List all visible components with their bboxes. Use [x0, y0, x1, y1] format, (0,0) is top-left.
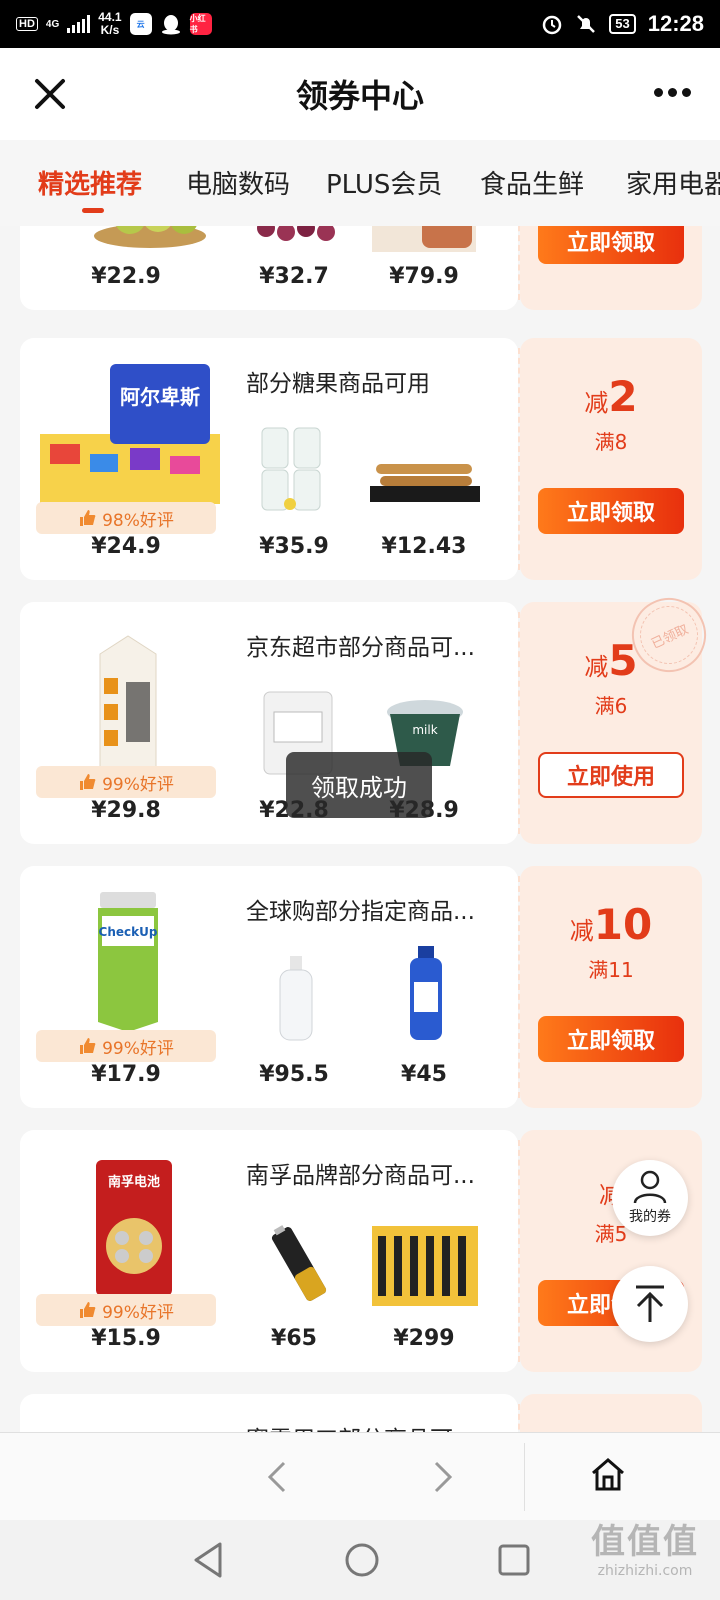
- clock: 12:28: [647, 11, 704, 36]
- rating-badge: 99%好评: [36, 1294, 216, 1326]
- product-price: ¥17.9: [91, 1062, 161, 1087]
- coupon-card: 全球购部分指定商品... CheckUp 99%好评 ¥17.9 ¥95.5 ¥…: [20, 866, 702, 1108]
- tab-plus-member[interactable]: PLUS会员: [326, 164, 442, 201]
- nav-home-icon[interactable]: [342, 1540, 382, 1580]
- svg-text:阿尔卑斯: 阿尔卑斯: [120, 385, 200, 409]
- coupon-condition: 京东超市部分商品可...: [246, 635, 475, 661]
- hd-indicator: HD: [16, 17, 38, 31]
- claim-coupon-button[interactable]: 立即领取: [538, 488, 684, 534]
- signal-icon: [67, 15, 91, 33]
- coupon-panel: 减10 满11 立即领取: [518, 866, 702, 1108]
- xiaohongshu-app-icon: 小红书: [189, 13, 212, 35]
- coupon-card: 部分糖果商品可用 阿尔卑斯 98%好评 ¥24.9 ¥35.9 ¥12.43 减…: [20, 338, 702, 580]
- svg-text:CheckUp: CheckUp: [99, 925, 158, 939]
- baby-bottle-image: [279, 956, 313, 1041]
- coupon-card: 南孚品牌部分商品可... 南孚电池 99%好评 ¥15.9 ¥65 ¥299 减…: [20, 1130, 702, 1372]
- my-coupons-label: 我的券: [629, 1209, 671, 1225]
- category-tabs: 精选推荐 电脑数码 PLUS会员 食品生鲜 家用电器: [0, 140, 720, 226]
- network-speed: 44.1 K/s: [98, 10, 122, 37]
- home-icon[interactable]: [588, 1455, 628, 1495]
- toothpaste-image: CheckUp: [98, 892, 158, 1032]
- alarm-icon: [543, 15, 562, 35]
- discount-amount: 减2: [584, 372, 638, 421]
- coupon-panel: [518, 1394, 702, 1434]
- svg-text:南孚电池: 南孚电池: [108, 1174, 160, 1190]
- close-icon[interactable]: [30, 74, 70, 114]
- thumbs-up-icon: [80, 510, 96, 526]
- thumbs-up-icon: [80, 774, 96, 790]
- shampoo-bottle-image: [410, 946, 442, 1040]
- product-price: ¥35.9: [259, 534, 329, 559]
- product-price: ¥299: [393, 1326, 455, 1351]
- browser-toolbar: [0, 1432, 720, 1520]
- coupon-condition: 部分糖果商品可用: [246, 371, 430, 397]
- hearing-aid-battery-image: 南孚电池: [96, 1160, 172, 1296]
- divider: [524, 1443, 525, 1511]
- product-price: ¥24.9: [91, 534, 161, 559]
- product-price: ¥15.9: [91, 1326, 161, 1351]
- nav-back-icon[interactable]: [190, 1540, 226, 1580]
- milk-carton-image: [99, 635, 157, 768]
- chevron-left-icon[interactable]: [262, 1457, 292, 1497]
- discount-amount: 减5: [584, 636, 638, 685]
- mute-bell-icon: [577, 15, 596, 33]
- min-spend: 满11: [588, 958, 634, 982]
- page-title: 领券中心: [295, 77, 424, 115]
- user-icon: [633, 1170, 667, 1204]
- product-price: ¥79.9: [389, 264, 459, 289]
- coupon-panel: 减 满5 立即领取: [518, 1130, 702, 1372]
- candy-bag-image: 阿尔卑斯: [40, 364, 220, 504]
- battery-indicator: 53: [609, 14, 636, 34]
- coupon-condition: 南孚品牌部分商品可...: [246, 1163, 475, 1189]
- arrow-up-icon: [636, 1285, 664, 1322]
- claim-coupon-button[interactable]: 立即领取: [538, 1016, 684, 1062]
- product-price: ¥22.9: [91, 264, 161, 289]
- tab-food-fresh[interactable]: 食品生鲜: [480, 164, 584, 201]
- use-coupon-button[interactable]: 立即使用: [538, 752, 684, 798]
- battery-pack-image: [372, 1226, 478, 1306]
- coupon-panel: 已领取 减5 满6 立即使用: [518, 585, 719, 844]
- cloud-app-icon: 云: [129, 13, 152, 35]
- active-tab-indicator: [82, 208, 104, 213]
- tab-featured[interactable]: 精选推荐: [38, 164, 142, 201]
- product-price: ¥45: [401, 1062, 447, 1087]
- min-spend: 满6: [594, 694, 628, 718]
- status-bar: HD 4G 44.1 K/s 云 小红书 53 12:28: [0, 0, 720, 48]
- product-price: ¥29.8: [91, 798, 161, 823]
- back-to-top-button[interactable]: [612, 1266, 688, 1342]
- rating-badge: 99%好评: [36, 766, 216, 798]
- coupon-panel: 减2 满8 立即领取: [518, 338, 702, 580]
- nav-recent-apps-icon[interactable]: [496, 1542, 532, 1578]
- tab-computers-digital[interactable]: 电脑数码: [186, 164, 290, 201]
- network-type: 4G: [45, 18, 60, 30]
- thumbs-up-icon: [80, 1302, 96, 1318]
- gum-bottles-image: [261, 427, 321, 511]
- product-price: ¥12.43: [381, 534, 467, 559]
- thumbs-up-icon: [80, 1038, 96, 1054]
- rating-badge: 99%好评: [36, 1030, 216, 1062]
- product-price: ¥32.7: [259, 264, 329, 289]
- sesame-snack-image: [370, 464, 480, 502]
- product-price: ¥95.5: [259, 1062, 329, 1087]
- rating-badge: 98%好评: [36, 502, 216, 534]
- more-icon[interactable]: [648, 80, 696, 104]
- success-toast: 领取成功: [286, 752, 432, 818]
- page-header: 领券中心: [0, 48, 720, 140]
- aa-battery-image: [271, 1225, 327, 1301]
- product-price: ¥65: [271, 1326, 317, 1351]
- chevron-right-icon[interactable]: [428, 1457, 458, 1497]
- watermark: 值值值 zhizhizhi.com: [591, 1522, 699, 1579]
- my-coupons-button[interactable]: 我的券: [612, 1160, 688, 1236]
- coupon-card: 蜜雪用工部分商品可...: [20, 1394, 702, 1434]
- qq-icon: [160, 13, 182, 35]
- discount-amount: 减10: [569, 900, 653, 949]
- coupon-condition: 全球购部分指定商品...: [246, 899, 475, 925]
- min-spend: 满8: [594, 430, 628, 454]
- svg-text:milk: milk: [412, 723, 437, 737]
- tab-home-appliances[interactable]: 家用电器: [626, 164, 720, 201]
